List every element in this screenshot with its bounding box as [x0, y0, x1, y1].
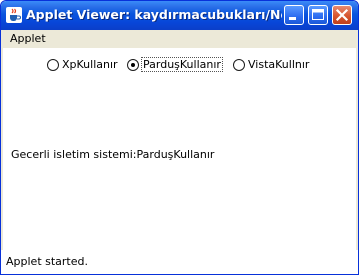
minimize-icon — [289, 17, 296, 20]
radio-label[interactable]: VistaKullnır — [248, 58, 309, 71]
applet-content: XpKullanır ParduşKullanır VistaKullnır G… — [3, 48, 356, 250]
status-text: Applet started. — [6, 255, 88, 268]
java-cup-icon — [6, 7, 22, 23]
maximize-button[interactable] — [308, 5, 328, 25]
maximize-icon — [312, 9, 324, 20]
current-os-label: Gecerli isletim sistemi:ParduşKullanır — [11, 148, 215, 161]
radio-label[interactable]: ParduşKullanır — [141, 57, 223, 72]
radio-button-unselected[interactable] — [233, 59, 245, 71]
radio-button-selected[interactable] — [127, 59, 139, 71]
radio-button-unselected[interactable] — [47, 59, 59, 71]
minimize-button[interactable] — [284, 5, 304, 25]
window-title: Applet Viewer: kaydırmacubukları/New... — [26, 7, 282, 22]
applet-viewer-window: Applet Viewer: kaydırmacubukları/New... … — [0, 0, 359, 275]
menu-bar: Applet — [1, 30, 358, 48]
menu-applet[interactable]: Applet — [10, 32, 46, 45]
close-icon — [335, 8, 349, 22]
title-bar[interactable]: Applet Viewer: kaydırmacubukları/New... — [1, 1, 358, 30]
close-button[interactable] — [332, 5, 352, 25]
radio-label[interactable]: XpKullanır — [62, 58, 118, 71]
radio-selected-dot-icon — [131, 63, 135, 67]
status-bar: Applet started. — [1, 250, 358, 274]
